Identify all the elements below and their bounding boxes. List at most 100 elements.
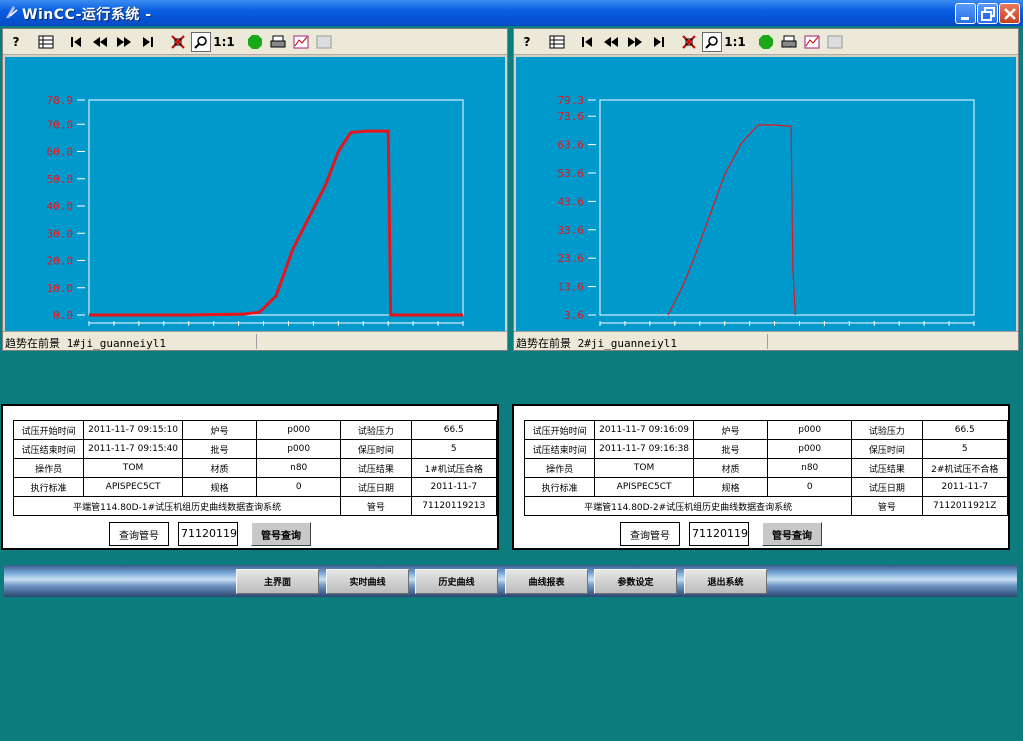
last-icon[interactable] <box>138 32 158 52</box>
y-tick-label: 78.9 <box>47 94 74 107</box>
main-screen-button[interactable]: 主界面 <box>236 569 319 594</box>
close-button[interactable] <box>999 3 1020 24</box>
table-cell: 管号 <box>340 496 412 516</box>
y-tick-label: 70.0 <box>47 118 74 131</box>
table-row: 试压开始时间 2011-11-7 09:15:10 炉号 p000 试验压力 66.5 <box>12 420 498 440</box>
rewind-icon[interactable] <box>601 32 621 52</box>
table-cell: 批号 <box>692 439 769 459</box>
exit-system-button[interactable]: 退出系统 <box>684 569 767 594</box>
table-cell: 0 <box>767 477 853 497</box>
table-row: 平端管114.80D-1#试压机组历史曲线数据查询系统 管号 7112011921З <box>12 496 498 516</box>
trend-plot-1[interactable]: 78.970.060.050.040.030.020.010.00.011/11… <box>5 57 505 331</box>
plot-frame <box>599 99 975 316</box>
y-tick-label: 60.0 <box>47 146 74 159</box>
table-cell: 试压结果 <box>851 458 923 478</box>
print-icon[interactable] <box>268 32 288 52</box>
zoom-select-icon[interactable] <box>168 32 188 52</box>
table-cell: 试压日期 <box>851 477 923 497</box>
table-cell: 2011-11-7 09:16:38 <box>594 439 694 459</box>
table-cell: 7112011921Z <box>921 496 1009 516</box>
magnifier-icon[interactable] <box>702 32 722 52</box>
table-cell: 炉号 <box>181 420 258 440</box>
table-cell: 操作员 <box>12 458 85 478</box>
y-tick-label: 73.6 <box>558 110 585 123</box>
table-cell: 2011-11-7 <box>921 477 1009 497</box>
realtime-curve-button[interactable]: 实时曲线 <box>326 569 409 594</box>
table-row: 执行标准 APISPEC5CT 规格 0 试压日期 2011-11-7 <box>12 477 498 497</box>
table-row: 操作员 TOM 材质 n80 试压结果 1#机试压合格 <box>12 458 498 478</box>
close-icon <box>1004 8 1016 20</box>
table-cell: 试压开始时间 <box>12 420 85 440</box>
table-row: 试压结束时间 2011-11-7 09:15:40 批号 p000 保压时间 5 <box>12 439 498 459</box>
table-cell: 66.5 <box>921 420 1009 440</box>
fast-forward-icon[interactable] <box>114 32 134 52</box>
table-cell: 5 <box>410 439 498 459</box>
curve-config-icon[interactable] <box>291 32 311 52</box>
original-view-button[interactable]: 1:1 <box>724 32 746 52</box>
table-row: 执行标准 APISPEC5CT 规格 0 试压日期 2011-11-7 <box>523 477 1009 497</box>
table-cell: 5 <box>921 439 1009 459</box>
table-cell: p000 <box>256 420 342 440</box>
trend-window-1: ? 1:1 78.9 70.0 60.0 50.0 40.0 30.0 20.0 10.0 0.… <box>2 28 508 351</box>
pipe-number-input[interactable]: 7112011921З <box>178 522 238 546</box>
table-cell: 执行标准 <box>523 477 596 497</box>
restore-button[interactable] <box>977 3 998 24</box>
rewind-icon[interactable] <box>90 32 110 52</box>
table-cell: 平端管114.80D-2#试压机组历史曲线数据查询系统 <box>523 496 853 516</box>
table-row: 平端管114.80D-2#试压机组历史曲线数据查询系统 管号 7112011921Z <box>523 496 1009 516</box>
history-curve-button[interactable]: 历史曲线 <box>415 569 498 594</box>
y-tick-label: 0.0 <box>53 309 73 322</box>
pipe-query-button[interactable]: 管号查询 <box>251 522 311 546</box>
first-icon[interactable] <box>66 32 86 52</box>
start-stop-icon[interactable] <box>245 32 265 52</box>
table-cell: TOM <box>83 458 183 478</box>
y-tick-label: 50.0 <box>47 173 74 186</box>
y-tick-label: 79.3 <box>558 94 585 107</box>
status-bar: 趋势在前景 1#ji_guanneiyl1 <box>3 331 507 350</box>
y-tick-label: 53.6 <box>558 167 585 180</box>
restore-icon <box>981 7 995 21</box>
title-bar: WinCC-运行系统 - <box>0 0 1023 26</box>
export-icon <box>825 32 845 52</box>
table-cell: 2011-11-7 09:16:09 <box>594 420 694 440</box>
table-row: 试压结束时间 2011-11-7 09:16:38 批号 p000 保压时间 5 <box>523 439 1009 459</box>
record-panel-1: 试压开始时间 2011-11-7 09:15:10 炉号 p000 试验压力 66.5 试… <box>1 404 499 550</box>
window-title: WinCC-运行系统 - <box>22 7 152 23</box>
table-cell: 试压结果 <box>340 458 412 478</box>
help-icon[interactable]: ? <box>6 32 26 52</box>
status-text: 趋势在前景 2#ji_guanneiyl1 <box>516 337 677 350</box>
zoom-select-icon[interactable] <box>679 32 699 52</box>
y-tick-label: 40.0 <box>47 200 74 213</box>
table-cell: 批号 <box>181 439 258 459</box>
last-icon[interactable] <box>649 32 669 52</box>
table-cell: 管号 <box>851 496 923 516</box>
parameter-settings-button[interactable]: 参数设定 <box>594 569 677 594</box>
y-tick-label: 3.6 <box>564 309 584 322</box>
help-icon[interactable]: ? <box>517 32 537 52</box>
trend-plot-2[interactable]: 79.373.663.653.643.633.623.613.63.611/11… <box>516 57 1016 331</box>
table-icon[interactable] <box>547 32 567 52</box>
table-cell: n80 <box>256 458 342 478</box>
magnifier-icon[interactable] <box>191 32 211 52</box>
pipe-number-input[interactable]: 7112011921Z <box>689 522 749 546</box>
minimize-button[interactable] <box>955 3 976 24</box>
curve-report-button[interactable]: 曲线报表 <box>505 569 588 594</box>
y-tick-label: 43.6 <box>558 195 585 208</box>
start-stop-icon[interactable] <box>756 32 776 52</box>
table-cell: 材质 <box>692 458 769 478</box>
trend-toolbar: ? 1:1 <box>3 29 507 55</box>
pipe-query-button[interactable]: 管号查询 <box>762 522 822 546</box>
table-cell: 规格 <box>692 477 769 497</box>
plot-frame <box>88 99 464 316</box>
first-icon[interactable] <box>577 32 597 52</box>
print-icon[interactable] <box>779 32 799 52</box>
original-view-button[interactable]: 1:1 <box>213 32 235 52</box>
table-cell: 1#机试压合格 <box>410 458 498 478</box>
table-cell: 炉号 <box>692 420 769 440</box>
curve-config-icon[interactable] <box>802 32 822 52</box>
table-cell: 执行标准 <box>12 477 85 497</box>
fast-forward-icon[interactable] <box>625 32 645 52</box>
table-icon[interactable] <box>36 32 56 52</box>
query-pipe-label: 查询管号 <box>620 522 680 546</box>
y-tick-label: 63.6 <box>558 139 585 152</box>
